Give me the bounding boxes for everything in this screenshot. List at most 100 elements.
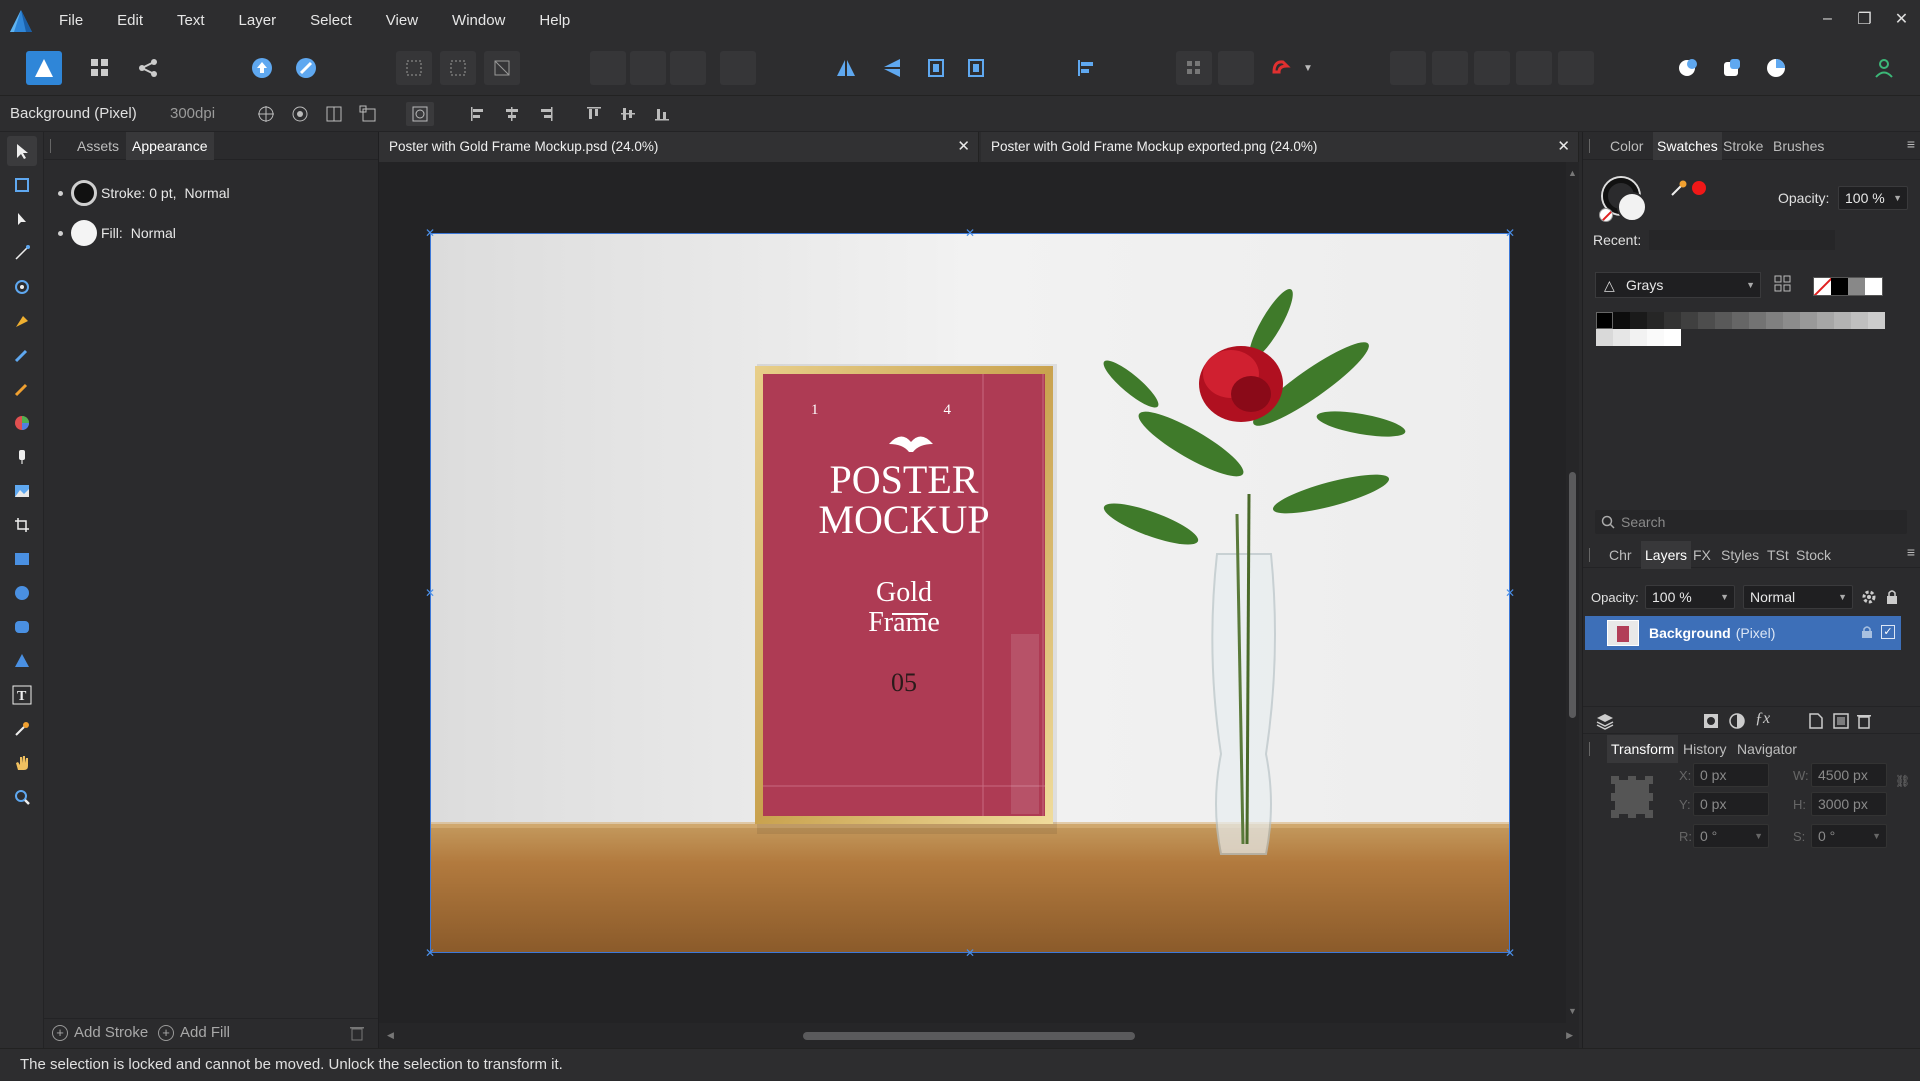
tab-color[interactable]: Color <box>1610 132 1643 160</box>
vector-brush-tool-icon[interactable] <box>7 374 37 404</box>
selection-handle[interactable]: ✕ <box>965 947 975 959</box>
layer-lock-icon[interactable] <box>1861 625 1873 642</box>
selection-handle[interactable]: ✕ <box>1505 227 1515 239</box>
tab-assets[interactable]: Assets <box>77 132 119 160</box>
selection-handle[interactable]: ✕ <box>1505 587 1515 599</box>
menu-help[interactable]: Help <box>522 0 587 42</box>
scroll-down-icon[interactable]: ▼ <box>1568 1006 1577 1016</box>
flip-vertical-icon[interactable] <box>874 51 910 85</box>
fill-row[interactable]: Fill: Normal <box>58 220 176 246</box>
designer-persona-icon[interactable] <box>26 51 62 85</box>
vertical-scroll-thumb[interactable] <box>1569 472 1576 718</box>
layer-visibility-checkbox[interactable]: ✓ <box>1881 625 1895 639</box>
delete-icon[interactable] <box>350 1025 364 1045</box>
layer-row-background[interactable]: Background (Pixel) ✓ <box>1585 616 1901 650</box>
close-tab-icon[interactable]: ✕ <box>957 132 970 162</box>
rotate-left-icon[interactable] <box>918 51 954 85</box>
add-stroke-icon[interactable]: + <box>52 1025 68 1041</box>
layers-stack-icon[interactable] <box>1595 712 1615 733</box>
menu-edit[interactable]: Edit <box>100 0 160 42</box>
pencil-tool-icon[interactable] <box>7 340 37 370</box>
user-account-icon[interactable] <box>1866 51 1902 85</box>
transparency-tool-icon[interactable] <box>7 442 37 472</box>
stroke-fill-selector[interactable] <box>1599 176 1651 226</box>
tab-navigator[interactable]: Navigator <box>1737 735 1797 763</box>
scroll-left-icon[interactable]: ◀ <box>387 1030 394 1041</box>
delete-layer-icon[interactable] <box>1857 713 1871 732</box>
close-tab-icon[interactable]: ✕ <box>1557 132 1570 162</box>
rotate-origin-icon[interactable] <box>406 102 434 126</box>
center-origin-icon[interactable] <box>320 102 348 126</box>
tab-appearance[interactable]: Appearance <box>126 132 214 160</box>
menu-select[interactable]: Select <box>293 0 369 42</box>
align-center-icon[interactable] <box>498 102 526 126</box>
rectangle-tool-icon[interactable] <box>7 544 37 574</box>
add-pixel-layer-icon[interactable] <box>1809 713 1823 732</box>
selection-handle[interactable]: ✕ <box>965 227 975 239</box>
align-right-icon[interactable] <box>532 102 560 126</box>
mask-icon[interactable] <box>1703 713 1719 732</box>
artboard-tool-icon[interactable] <box>7 170 37 200</box>
panel-menu-icon[interactable]: ≡ <box>1907 136 1915 152</box>
recent-swatches[interactable] <box>1649 230 1835 250</box>
restore-button[interactable]: ❐ <box>1846 0 1883 38</box>
upload-icon[interactable] <box>244 51 280 85</box>
minimize-button[interactable]: – <box>1809 0 1846 38</box>
transform-origin-icon[interactable] <box>252 102 280 126</box>
flip-horizontal-icon[interactable] <box>828 51 864 85</box>
layer-settings-gear-icon[interactable] <box>1861 589 1877 608</box>
corner-tool-icon[interactable] <box>7 238 37 268</box>
eyedropper-icon[interactable] <box>1669 178 1689 201</box>
deselect-icon[interactable] <box>440 51 476 85</box>
fill-tool-icon[interactable] <box>7 408 37 438</box>
place-image-tool-icon[interactable] <box>7 476 37 506</box>
app-logo-icon[interactable] <box>0 0 42 42</box>
preferences-icon[interactable] <box>1758 51 1794 85</box>
layer-opacity-field[interactable]: 100 % ▼ <box>1645 585 1735 609</box>
move-tool-icon[interactable] <box>7 136 37 166</box>
panel-menu-icon[interactable]: ≡ <box>1907 544 1915 560</box>
blend-mode-dropdown[interactable]: Normal ▼ <box>1743 585 1853 609</box>
menu-layer[interactable]: Layer <box>222 0 294 42</box>
pen-tool-icon[interactable] <box>7 306 37 336</box>
hand-tool-icon[interactable] <box>7 748 37 778</box>
tab-stroke[interactable]: Stroke <box>1723 132 1763 160</box>
adjustment-icon[interactable] <box>1729 713 1745 732</box>
menu-text[interactable]: Text <box>160 0 222 42</box>
fx-icon[interactable]: ƒx <box>1755 710 1770 728</box>
transform-objects-icon[interactable] <box>354 102 382 126</box>
stroke-swatch[interactable] <box>71 180 97 206</box>
fill-expand-icon[interactable] <box>58 230 63 236</box>
tab-history[interactable]: History <box>1683 735 1727 763</box>
add-stroke-button[interactable]: Add Stroke <box>74 1024 148 1041</box>
selection-handle[interactable]: ✕ <box>425 587 435 599</box>
align-top-icon[interactable] <box>580 102 608 126</box>
ellipse-tool-icon[interactable] <box>7 578 37 608</box>
anchor-selector-icon[interactable] <box>1609 774 1655 820</box>
selection-handle[interactable]: ✕ <box>425 947 435 959</box>
selection-handle[interactable]: ✕ <box>1505 947 1515 959</box>
snapping-options-icon[interactable] <box>1218 51 1254 85</box>
palette-view-icon[interactable] <box>1773 274 1793 297</box>
triangle-tool-icon[interactable] <box>7 646 37 676</box>
current-color-swatch[interactable] <box>1692 181 1706 195</box>
close-window-button[interactable]: ✕ <box>1883 0 1920 38</box>
add-group-icon[interactable] <box>1833 713 1849 732</box>
color-picker-tool-icon[interactable] <box>7 714 37 744</box>
add-fill-icon[interactable]: + <box>158 1025 174 1041</box>
node-tool-icon[interactable] <box>7 204 37 234</box>
lock-icon[interactable] <box>1885 589 1899 608</box>
fill-swatch[interactable] <box>71 220 97 246</box>
horizontal-scroll-thumb[interactable] <box>803 1032 1135 1040</box>
invert-selection-icon[interactable] <box>484 51 520 85</box>
rotation-field[interactable]: 0 ° ▼ <box>1693 824 1769 848</box>
share-icon[interactable] <box>130 51 166 85</box>
tab-layers[interactable]: Layers <box>1641 541 1692 569</box>
rotate-right-icon[interactable] <box>958 51 994 85</box>
scroll-right-icon[interactable]: ▶ <box>1566 1030 1573 1041</box>
tab-stock[interactable]: Stock <box>1796 541 1831 569</box>
opacity-field[interactable]: 100 % ▼ <box>1838 186 1908 210</box>
pixel-persona-icon[interactable] <box>82 51 118 85</box>
quick-swatches[interactable] <box>1813 277 1883 296</box>
selection-handle[interactable]: ✕ <box>425 227 435 239</box>
